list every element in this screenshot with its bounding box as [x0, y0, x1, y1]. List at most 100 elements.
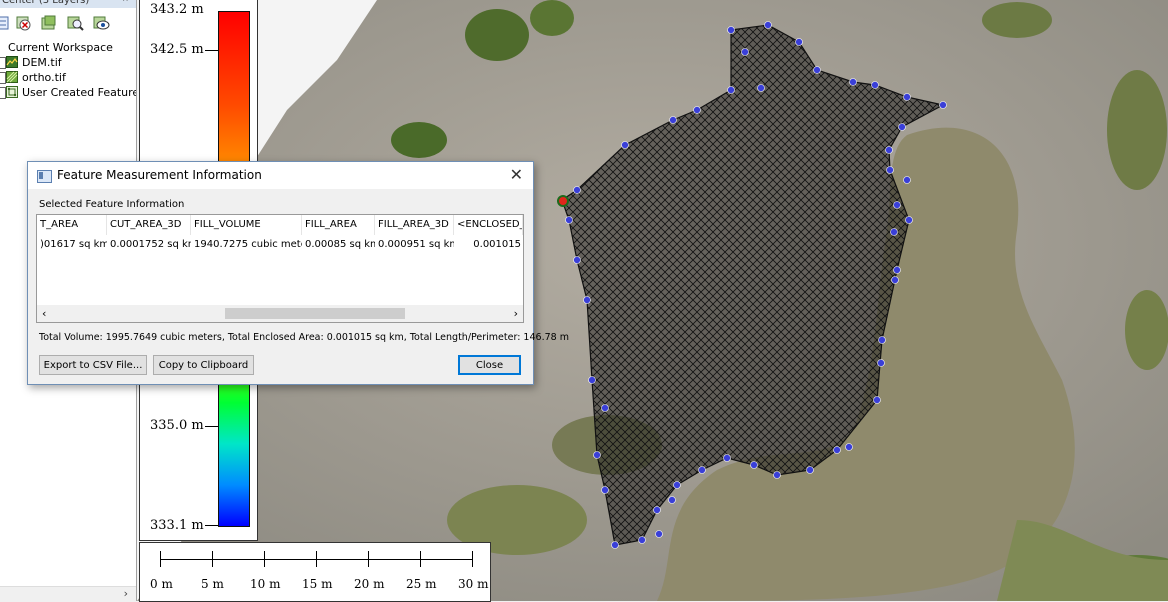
polygon-vertex[interactable]	[750, 461, 758, 469]
polygon-vertex[interactable]	[885, 146, 893, 154]
column-header[interactable]: <ENCLOSED_A	[454, 215, 523, 235]
shrub	[530, 0, 574, 36]
polygon-vertex[interactable]	[601, 404, 609, 412]
column-header[interactable]: FILL_VOLUME	[191, 215, 302, 235]
scale-label: 30 m	[458, 577, 489, 591]
column-header[interactable]: FILL_AREA	[302, 215, 375, 235]
vegetation	[1107, 70, 1167, 190]
polygon-vertex[interactable]	[621, 141, 629, 149]
polygon-vertex[interactable]	[669, 116, 677, 124]
section-label: Selected Feature Information	[39, 199, 185, 210]
polygon-vertex[interactable]	[653, 506, 661, 514]
table-cell: 0.000951 sq km	[378, 239, 454, 250]
polygon-vertex[interactable]	[898, 123, 906, 131]
polygon-vertex[interactable]	[833, 446, 841, 454]
scale-tick	[368, 551, 369, 567]
feature-measurement-dialog: Feature Measurement Information ✕ Select…	[27, 161, 569, 385]
legend-label: 335.0 m	[150, 418, 204, 433]
polygon-vertex[interactable]	[773, 471, 781, 479]
copy-clipboard-button[interactable]: Copy to Clipboard	[153, 355, 254, 375]
polygon-vertex[interactable]	[878, 336, 886, 344]
scroll-right-icon[interactable]: ›	[514, 305, 518, 322]
polygon-vertex[interactable]	[638, 536, 646, 544]
table-cell: 0.001015	[473, 239, 521, 250]
shrub	[465, 9, 529, 61]
polygon-vertex[interactable]	[727, 86, 735, 94]
vegetation	[1125, 290, 1168, 370]
polygon-vertex[interactable]	[655, 530, 663, 538]
ortho-raster-icon	[6, 71, 18, 83]
polygon-vertex[interactable]	[693, 106, 701, 114]
column-header[interactable]: FILL_AREA_3D	[375, 215, 454, 235]
polygon-vertex[interactable]	[593, 451, 601, 459]
polygon-vertex[interactable]	[890, 228, 898, 236]
scale-label: 20 m	[354, 577, 385, 591]
polygon-vertex[interactable]	[893, 266, 901, 274]
polygon-vertex[interactable]	[764, 21, 772, 29]
polygon-vertex[interactable]	[583, 296, 591, 304]
polygon-vertex[interactable]	[893, 201, 901, 209]
shrub	[391, 122, 447, 158]
panel-collapse-icon[interactable]: ⌃	[121, 0, 130, 9]
polygon-vertex[interactable]	[903, 93, 911, 101]
table-horizontal-scrollbar[interactable]: ‹ ›	[37, 305, 523, 322]
close-icon[interactable]: ✕	[510, 165, 523, 184]
add-layer-icon[interactable]	[40, 14, 58, 32]
dialog-titlebar[interactable]: Feature Measurement Information ✕	[28, 162, 533, 189]
show-layer-icon[interactable]	[92, 14, 110, 32]
dialog-title: Feature Measurement Information	[57, 168, 262, 182]
scroll-right-icon[interactable]: ›	[124, 587, 128, 601]
polygon-vertex[interactable]	[588, 376, 596, 384]
polygon-vertex[interactable]	[727, 26, 735, 34]
scale-label: 0 m	[150, 577, 173, 591]
polygon-vertex[interactable]	[573, 186, 581, 194]
polygon-vertex[interactable]	[698, 466, 706, 474]
polygon-vertex[interactable]	[845, 443, 853, 451]
window-icon	[37, 170, 52, 183]
scale-bar: 0 m 5 m 10 m 15 m 20 m 25 m 30 m	[139, 542, 491, 602]
workspace-label: Current Workspace	[8, 41, 113, 54]
polygon-vertex[interactable]	[877, 359, 885, 367]
zoom-to-layer-icon[interactable]	[66, 14, 84, 32]
scale-tick	[316, 551, 317, 567]
polygon-vertex[interactable]	[891, 276, 899, 284]
layer-label: ortho.tif	[22, 71, 66, 84]
polygon-vertex[interactable]	[757, 84, 765, 92]
polygon-vertex[interactable]	[573, 256, 581, 264]
horizontal-scrollbar[interactable]: ›	[0, 586, 136, 601]
polygon-vertex[interactable]	[903, 176, 911, 184]
polygon-vertex[interactable]	[905, 216, 913, 224]
polygon-vertex[interactable]	[741, 48, 749, 56]
polygon-vertex[interactable]	[813, 66, 821, 74]
scroll-left-icon[interactable]: ‹	[42, 305, 46, 322]
remove-layer-icon[interactable]	[14, 14, 32, 32]
column-header[interactable]: CUT_AREA_3D	[107, 215, 191, 235]
polygon-vertex[interactable]	[806, 466, 814, 474]
polygon-vertex[interactable]	[886, 166, 894, 174]
polygon-vertex[interactable]	[668, 496, 676, 504]
polygon-vertex[interactable]	[871, 81, 879, 89]
scale-tick	[264, 551, 265, 567]
layer-list-icon[interactable]	[0, 14, 12, 32]
polygon-vertex[interactable]	[611, 541, 619, 549]
scrollbar-thumb[interactable]	[225, 308, 405, 319]
selected-vertex[interactable]	[557, 195, 569, 207]
feature-info-table[interactable]: T_AREA CUT_AREA_3D FILL_VOLUME FILL_AREA…	[36, 214, 524, 323]
polygon-vertex[interactable]	[723, 454, 731, 462]
polygon-vertex[interactable]	[939, 101, 947, 109]
polygon-vertex[interactable]	[673, 481, 681, 489]
polygon-vertex[interactable]	[565, 216, 573, 224]
column-header[interactable]: T_AREA	[37, 215, 107, 235]
export-csv-button[interactable]: Export to CSV File...	[39, 355, 147, 375]
layer-label: User Created Features [	[22, 86, 136, 99]
close-button[interactable]: Close	[458, 355, 521, 375]
table-cell: 0.00085 sq km	[305, 239, 375, 250]
scale-tick	[472, 551, 473, 567]
table-cell: 1940.7275 cubic meters	[194, 239, 302, 250]
scale-tick	[212, 551, 213, 567]
polygon-vertex[interactable]	[795, 38, 803, 46]
polygon-vertex[interactable]	[849, 78, 857, 86]
polygon-vertex[interactable]	[873, 396, 881, 404]
polygon-vertex[interactable]	[601, 486, 609, 494]
table-cell: 0.0001752 sq km	[110, 239, 191, 250]
